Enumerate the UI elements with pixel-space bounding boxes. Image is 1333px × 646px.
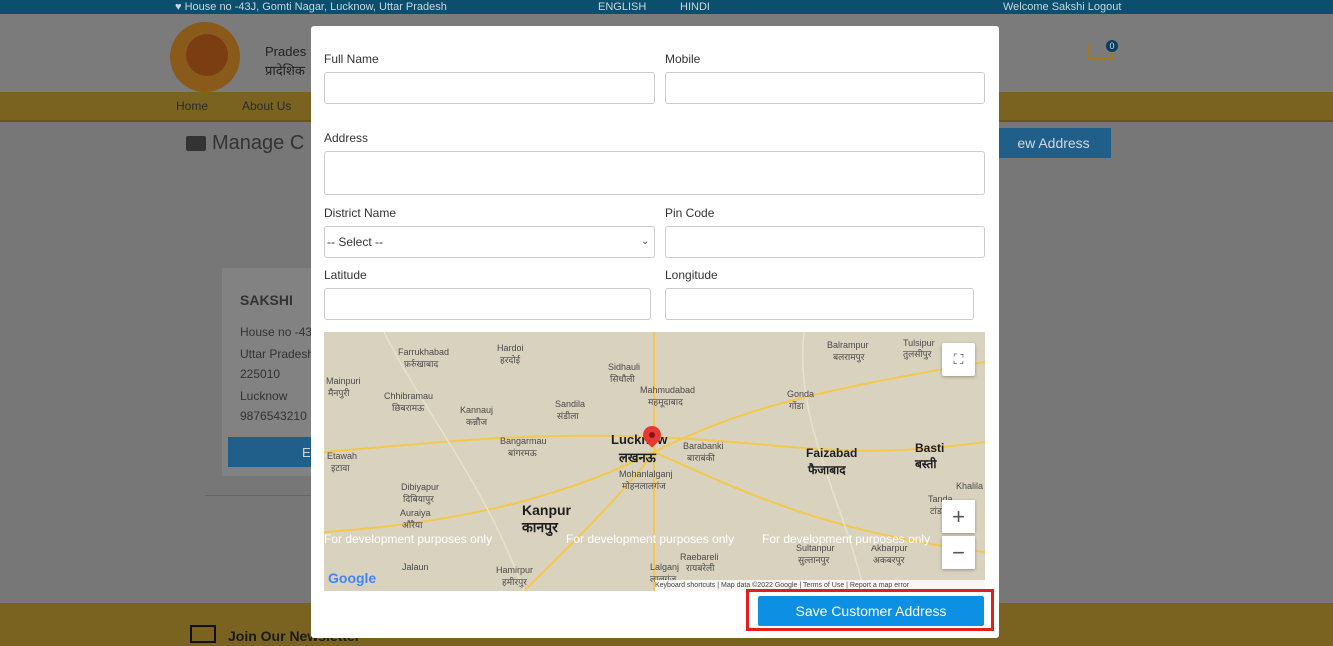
map-label: फ़र्रुखाबाद	[404, 359, 439, 369]
map-label: Kanpur	[522, 502, 571, 518]
map-label: Mohanlalganj	[619, 469, 673, 479]
map-label: Bangarmau	[500, 436, 547, 446]
map-label: Farrukhabad	[398, 347, 450, 357]
map-label: Sidhauli	[608, 362, 641, 372]
map-pin-center	[649, 432, 655, 438]
zoom-in-button[interactable]: +	[942, 500, 975, 533]
pin-code-input[interactable]	[665, 226, 985, 258]
zoom-out-button[interactable]: −	[942, 536, 975, 569]
map-label: बाराबंकी	[687, 453, 715, 463]
dev-watermark: For development purposes only	[762, 532, 931, 546]
map-label: Lalganj	[650, 562, 680, 572]
nav-home[interactable]: Home	[176, 99, 208, 113]
map-label: गोंडा	[789, 401, 804, 411]
map-label: हरदोई	[500, 355, 520, 365]
highlight-box	[746, 589, 994, 631]
address-label: Address	[324, 131, 369, 145]
full-name-input[interactable]	[324, 72, 655, 104]
latitude-input[interactable]	[324, 288, 651, 320]
map-label: Hamirpur	[496, 565, 534, 575]
divider	[205, 495, 315, 496]
map-label: Faizabad	[806, 446, 858, 460]
map-label: लखनऊ	[619, 450, 656, 465]
address-line: House no -43	[240, 325, 313, 339]
address-line: 9876543210	[240, 409, 307, 423]
address-line: Uttar Pradesh	[240, 347, 315, 361]
map-label: संडीला	[557, 411, 579, 421]
map-label: Mainpuri	[326, 376, 361, 386]
map-label: बांगरमऊ	[508, 448, 537, 458]
welcome-logout[interactable]: Welcome Sakshi Logout	[1003, 0, 1121, 14]
map-label: Balrampur	[827, 340, 869, 350]
longitude-input[interactable]	[665, 288, 974, 320]
address-card-name: SAKSHI	[240, 292, 293, 308]
edit-address-button[interactable]: E	[228, 437, 312, 467]
dev-watermark: For development purposes only	[566, 532, 735, 546]
map-label: हमीरपुर	[502, 577, 527, 587]
logo-emblem	[186, 34, 228, 76]
map-label: Sandila	[555, 399, 586, 409]
map-label: कन्नौज	[466, 417, 488, 427]
map-label: सुल्तानपुर	[798, 555, 830, 565]
top-bar: ♥ House no -43J, Gomti Nagar, Lucknow, U…	[0, 0, 1333, 14]
map-label: छिबरामऊ	[392, 403, 425, 413]
brand-name-hi: प्रादेशिक	[265, 63, 305, 78]
map-label: मोहनलालगंज	[622, 481, 666, 491]
map-label: इटावा	[331, 463, 350, 473]
map-label: Barabanki	[683, 441, 724, 451]
map-label: Dibiyapur	[401, 482, 440, 492]
page-title: Manage C	[212, 132, 305, 154]
map-label: दिबियापुर	[403, 494, 434, 504]
add-new-address-button[interactable]: ew Address	[996, 128, 1111, 158]
map-label: Hardoi	[497, 343, 524, 353]
lang-english-link[interactable]: ENGLISH	[598, 0, 646, 14]
address-line: Lucknow	[240, 389, 288, 403]
pin-code-label: Pin Code	[665, 206, 715, 220]
map-label: औरैया	[402, 520, 423, 530]
map-label: Etawah	[327, 451, 358, 461]
longitude-label: Longitude	[665, 268, 718, 282]
map-label: तुलसीपुर	[903, 349, 932, 359]
address-card-icon	[186, 136, 206, 151]
map-label: Chhibramau	[384, 391, 434, 401]
chevron-down-icon: ⌄	[641, 236, 650, 247]
mail-icon	[190, 625, 216, 643]
map-label: सिधौली	[610, 374, 635, 384]
district-select[interactable]: -- Select --	[324, 226, 655, 258]
edit-button-label: E	[302, 445, 311, 460]
brand-name-en: Prades	[265, 44, 307, 59]
map-label: बस्ती	[915, 457, 937, 471]
topbar-address: ♥ House no -43J, Gomti Nagar, Lucknow, U…	[175, 1, 447, 13]
address-input[interactable]	[324, 151, 985, 195]
dev-watermark: For development purposes only	[324, 532, 493, 546]
map-label: Gonda	[787, 389, 815, 399]
address-line: 225010	[240, 367, 281, 381]
lang-hindi-link[interactable]: HINDI	[680, 0, 710, 14]
map-label: Kannauj	[460, 405, 494, 415]
full-name-label: Full Name	[324, 52, 379, 66]
map-label: फैजाबाद	[808, 463, 846, 477]
map-label: मैनपुरी	[328, 388, 350, 398]
map-label: कानपुर	[522, 519, 558, 535]
google-logo[interactable]: Google	[328, 570, 376, 586]
map-label: अकबरपुर	[873, 555, 905, 565]
nav-about-us[interactable]: About Us	[242, 99, 291, 113]
mobile-input[interactable]	[665, 72, 985, 104]
district-selected-value: -- Select --	[327, 235, 384, 249]
cart-count-badge: 0	[1106, 40, 1118, 52]
mobile-label: Mobile	[665, 52, 701, 66]
map-label: बलरामपुर	[833, 352, 865, 362]
map-label: रायबरेली	[686, 563, 715, 573]
map-label: Basti	[915, 441, 945, 455]
map-label: Khalila	[956, 481, 984, 491]
map-label: महमूदाबाद	[648, 397, 683, 407]
map-label: Jalaun	[402, 562, 429, 572]
latitude-label: Latitude	[324, 268, 367, 282]
map-label: Mahmudabad	[640, 385, 696, 395]
map-label: Auraiya	[400, 508, 431, 518]
fullscreen-icon[interactable]: ⛶	[942, 343, 975, 376]
district-label: District Name	[324, 206, 397, 220]
